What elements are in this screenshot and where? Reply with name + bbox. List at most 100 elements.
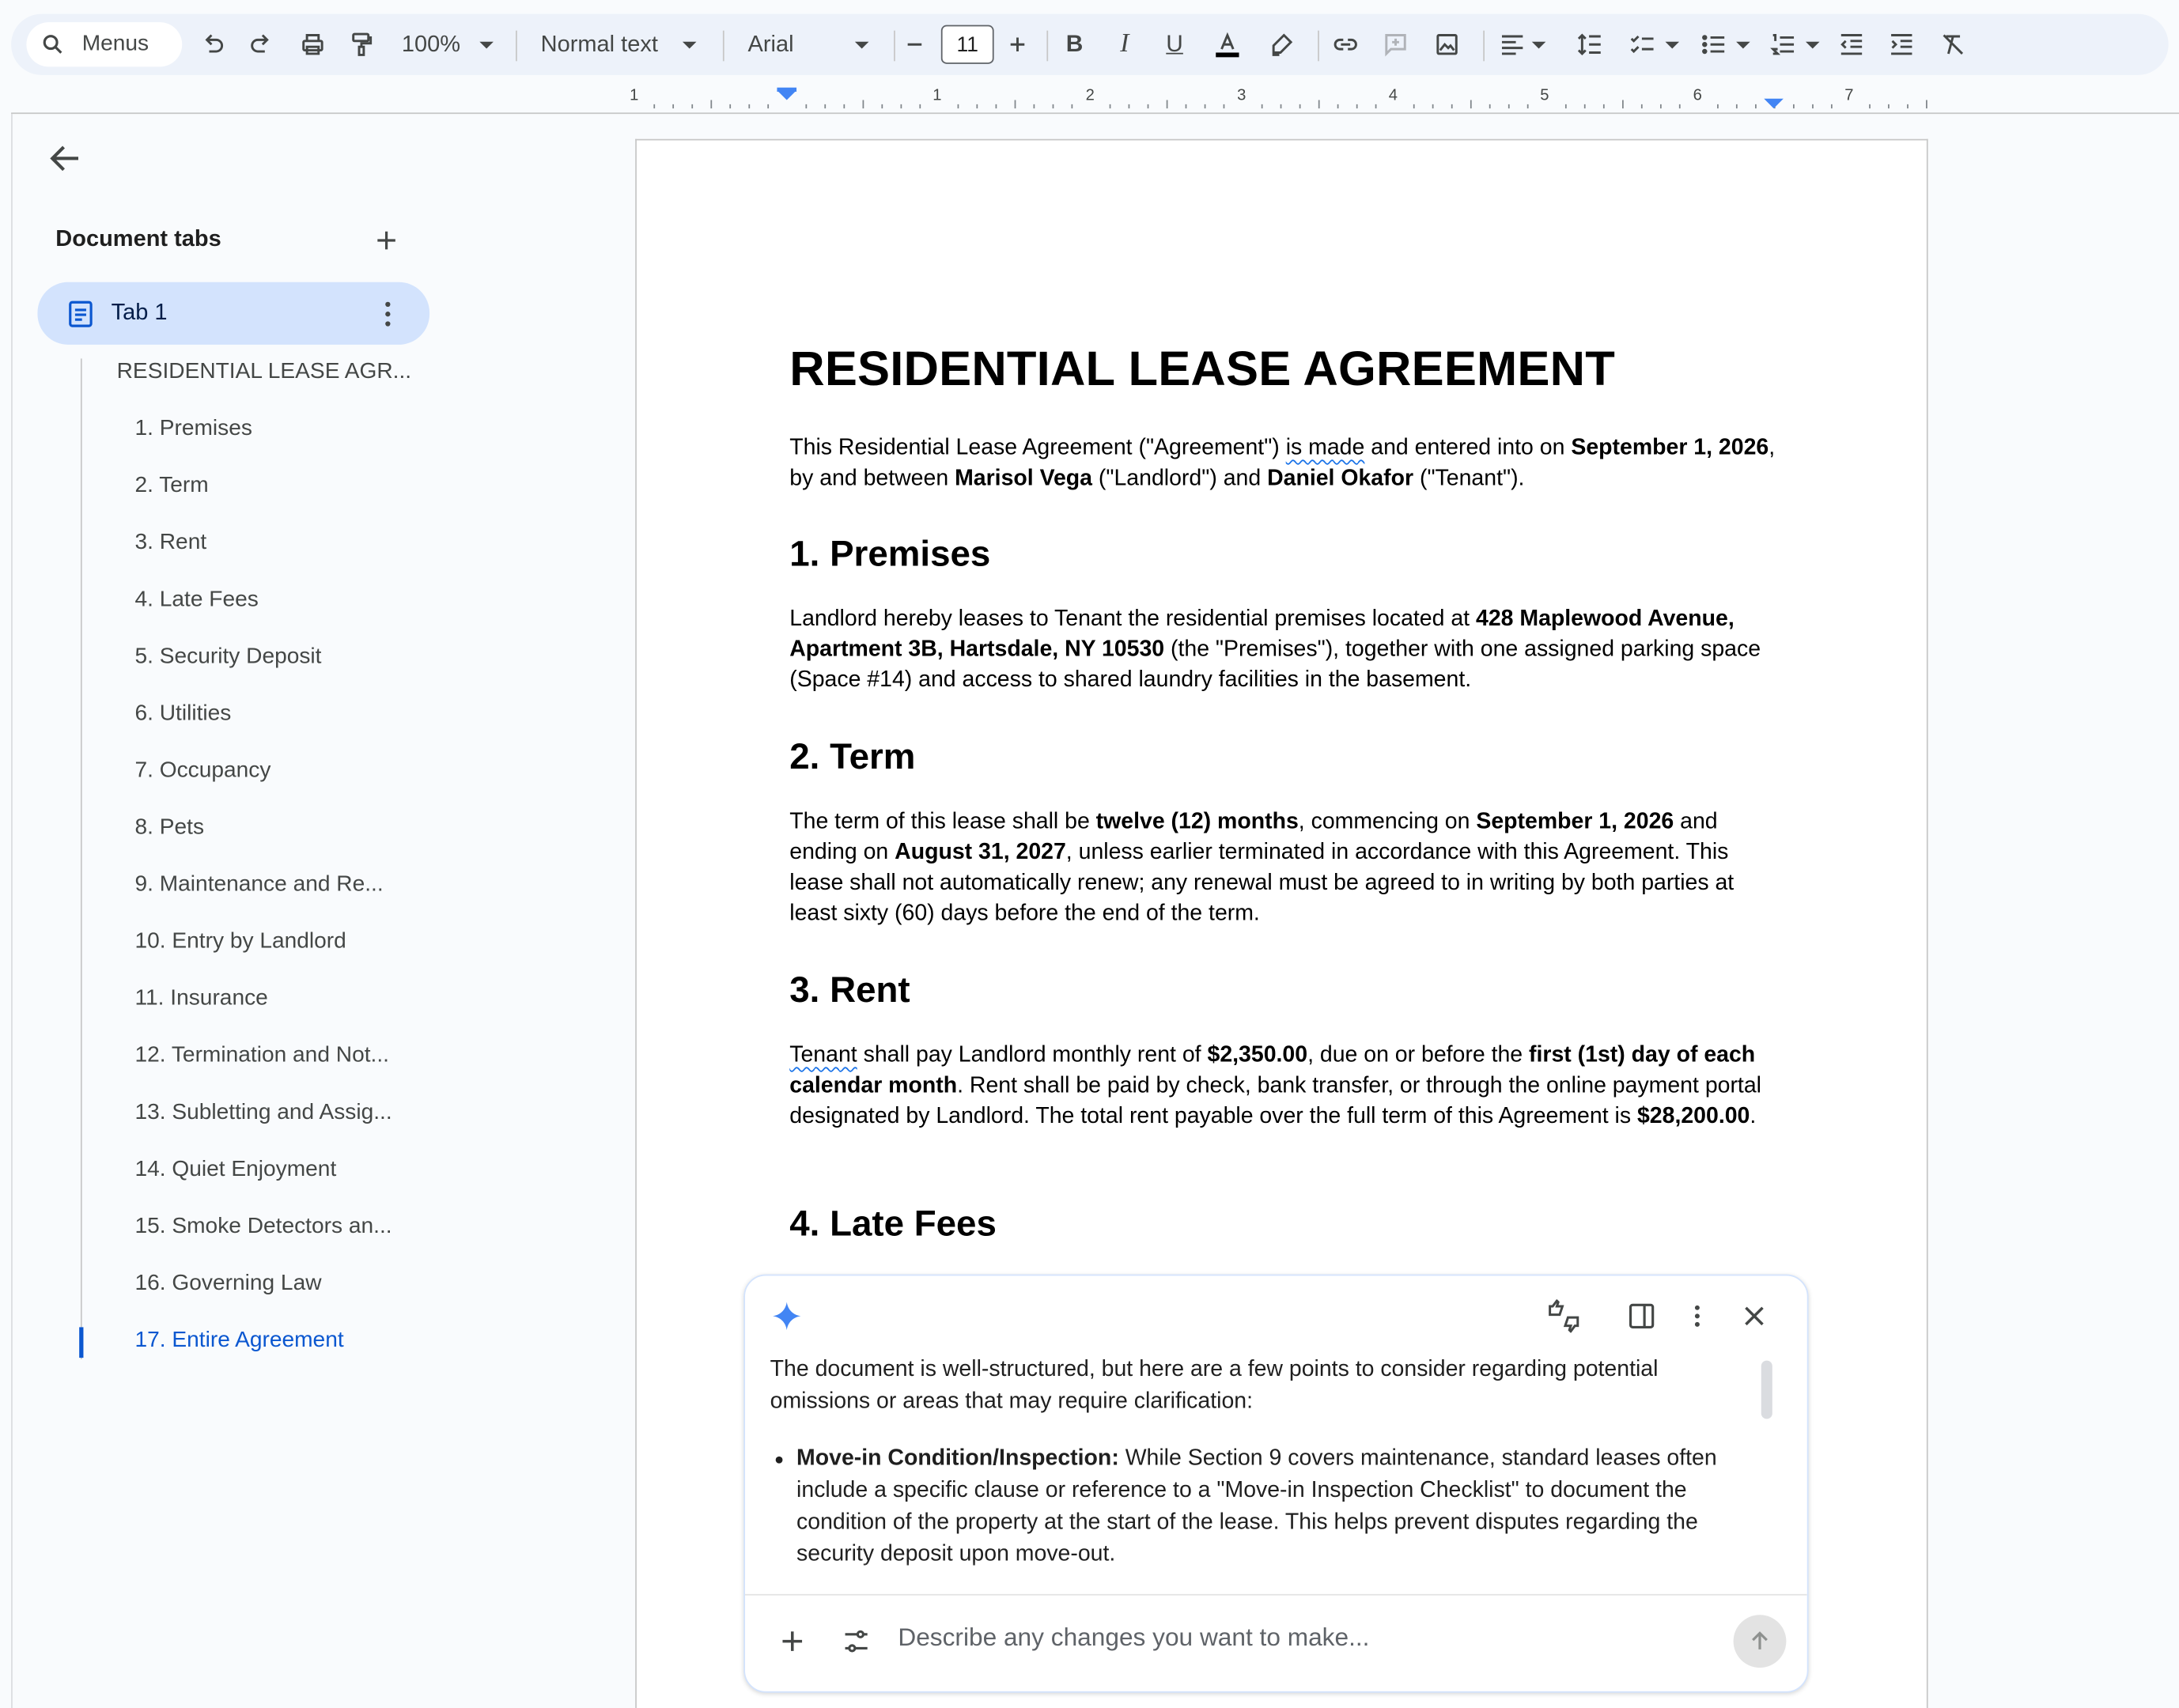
zoom-value: 100% xyxy=(401,31,461,57)
undo-button[interactable] xyxy=(196,14,229,75)
clear-formatting-button[interactable] xyxy=(1936,14,1969,75)
tools-button[interactable] xyxy=(840,1625,873,1658)
horizontal-ruler[interactable]: 1 1 2 3 4 5 6 7 xyxy=(0,81,2179,114)
outline-item-subletting[interactable]: 13. Subletting and Assig... xyxy=(134,1101,392,1126)
increase-font-size-button[interactable] xyxy=(1002,14,1033,75)
gemini-scrollbar[interactable] xyxy=(1761,1360,1772,1419)
scroll-fade xyxy=(745,1560,1807,1596)
paint-format-button[interactable] xyxy=(345,14,378,75)
tune-icon xyxy=(845,1630,868,1653)
print-button[interactable] xyxy=(296,14,329,75)
undo-icon xyxy=(205,34,224,53)
gemini-sparkle-icon xyxy=(773,1302,801,1331)
rent-paragraph: Tenant shall pay Landlord monthly rent o… xyxy=(789,1042,1761,1129)
insert-link-button[interactable] xyxy=(1329,14,1362,75)
ruler-divider xyxy=(11,112,2179,115)
insert-image-button[interactable] xyxy=(1430,14,1463,75)
outline-item-security-deposit[interactable]: 5. Security Deposit xyxy=(134,644,321,670)
minus-icon xyxy=(907,43,922,46)
bold-icon: B xyxy=(1065,30,1084,58)
outline-item-term[interactable]: 2. Term xyxy=(134,474,208,499)
toolbar-divider xyxy=(722,30,724,62)
back-button[interactable] xyxy=(46,139,85,178)
ruler-number: 5 xyxy=(1540,87,1549,104)
more-vert-icon xyxy=(1694,1305,1700,1327)
outline-item-utilities[interactable]: 6. Utilities xyxy=(134,702,231,727)
left-panel-border xyxy=(11,114,13,1708)
zoom-select[interactable]: 100% xyxy=(402,14,513,75)
decrease-font-size-button[interactable] xyxy=(901,14,929,75)
toolbar-divider xyxy=(516,30,517,62)
bullet-title: Move-in Condition/Inspection: xyxy=(796,1445,1119,1471)
ruler-number: 4 xyxy=(1388,87,1398,104)
bold-button[interactable]: B xyxy=(1061,14,1088,75)
text-color-icon xyxy=(1216,32,1239,58)
tab-item-tab-1[interactable]: Tab 1 xyxy=(37,282,430,345)
outline-item-quiet-enjoyment[interactable]: 14. Quiet Enjoyment xyxy=(134,1158,336,1183)
outline-item-smoke-detectors[interactable]: 15. Smoke Detectors an... xyxy=(134,1215,392,1240)
outline-item-late-fees[interactable]: 4. Late Fees xyxy=(134,588,258,613)
outline-item-entire-agreement[interactable]: 17. Entire Agreement xyxy=(134,1328,343,1354)
spelling-suggestion: is made xyxy=(1285,435,1365,460)
open-side-panel-button[interactable] xyxy=(1625,1299,1659,1332)
heading-term: 2. Term xyxy=(789,735,916,777)
text-color-button[interactable] xyxy=(1209,14,1246,75)
outline-item-title[interactable]: RESIDENTIAL LEASE AGR... xyxy=(117,360,411,385)
chevron-down-icon xyxy=(683,40,698,48)
add-comment-icon xyxy=(1385,34,1406,57)
outline-item-occupancy[interactable]: 7. Occupancy xyxy=(134,759,270,784)
decrease-indent-icon xyxy=(1840,34,1863,55)
line-spacing-button[interactable] xyxy=(1573,14,1606,75)
font-size-input[interactable]: 11 xyxy=(940,25,994,64)
toolbar-divider xyxy=(1318,30,1319,62)
outline-item-rent[interactable]: 3. Rent xyxy=(134,531,206,556)
search-icon xyxy=(43,35,62,54)
highlighter-icon xyxy=(1272,33,1293,56)
outline-item-insurance[interactable]: 11. Insurance xyxy=(134,987,267,1012)
tab-label: Tab 1 xyxy=(111,300,168,326)
docs-app: Menus 100% Normal text Arial 11 B I U 1 … xyxy=(0,0,2179,1708)
send-button[interactable] xyxy=(1733,1615,1787,1668)
add-comment-button[interactable] xyxy=(1379,14,1412,75)
link-icon xyxy=(1334,38,1357,51)
add-tab-button[interactable] xyxy=(371,225,402,256)
chevron-down-icon xyxy=(479,40,494,48)
bulleted-list-select[interactable] xyxy=(1696,14,1754,75)
outline-item-termination[interactable]: 12. Termination and Not... xyxy=(134,1044,388,1069)
underline-icon: U xyxy=(1166,30,1183,58)
redo-button[interactable] xyxy=(244,14,278,75)
left-indent-marker xyxy=(777,90,797,100)
search-menus-button[interactable]: Menus xyxy=(26,22,183,67)
decrease-indent-button[interactable] xyxy=(1835,14,1868,75)
paragraph-style-select[interactable]: Normal text xyxy=(541,14,715,75)
font-select[interactable]: Arial xyxy=(748,14,887,75)
ruler-number: 7 xyxy=(1844,87,1854,104)
paint-roller-icon xyxy=(352,32,373,56)
more-vert-icon[interactable] xyxy=(376,299,401,330)
feedback-button[interactable] xyxy=(1547,1299,1580,1333)
prompt-input[interactable]: Describe any changes you want to make... xyxy=(898,1623,1369,1653)
line-spacing-icon xyxy=(1577,33,1601,56)
numbered-list-icon xyxy=(1770,34,1795,55)
bulleted-list-icon xyxy=(1702,35,1725,55)
toolbar-divider xyxy=(894,30,895,62)
increase-indent-button[interactable] xyxy=(1885,14,1918,75)
numbered-list-select[interactable] xyxy=(1765,14,1824,75)
outline-item-premises[interactable]: 1. Premises xyxy=(134,417,252,442)
close-button[interactable] xyxy=(1738,1299,1771,1332)
ruler-number: 3 xyxy=(1237,87,1246,104)
outline-item-governing-law[interactable]: 16. Governing Law xyxy=(134,1272,321,1297)
underline-button[interactable]: U xyxy=(1161,14,1189,75)
more-options-button[interactable] xyxy=(1681,1299,1714,1332)
redo-icon xyxy=(251,34,269,53)
chevron-down-icon xyxy=(1665,40,1680,48)
checklist-select[interactable] xyxy=(1624,14,1685,75)
plus-icon xyxy=(782,1631,803,1651)
outline-item-maintenance[interactable]: 9. Maintenance and Re... xyxy=(134,873,383,898)
align-select[interactable] xyxy=(1494,14,1549,75)
outline-item-entry-by-landlord[interactable]: 10. Entry by Landlord xyxy=(134,930,346,955)
italic-button[interactable]: I xyxy=(1110,14,1138,75)
outline-item-pets[interactable]: 8. Pets xyxy=(134,816,204,841)
attach-button[interactable] xyxy=(776,1625,809,1658)
highlight-color-button[interactable] xyxy=(1265,14,1298,75)
